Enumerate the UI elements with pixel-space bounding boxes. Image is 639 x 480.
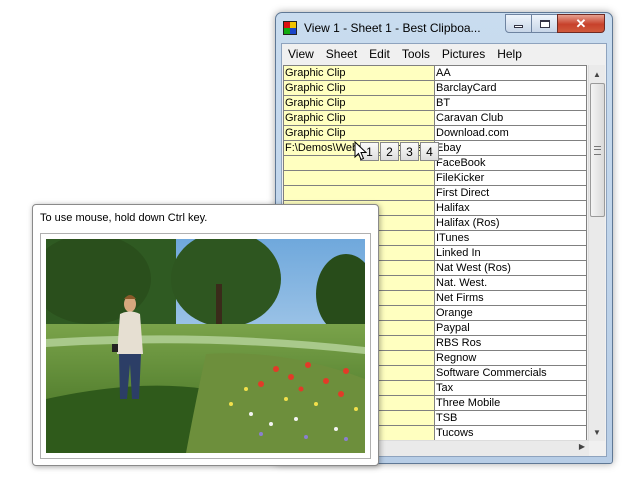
- name-cell[interactable]: BarclayCard: [434, 80, 587, 96]
- table-row: First Direct: [283, 185, 587, 201]
- triangle-up-icon: ▲: [593, 69, 601, 79]
- mouse-pointer-icon: [354, 141, 367, 161]
- maximize-icon: [539, 19, 550, 28]
- triangle-down-icon: ▼: [593, 427, 601, 437]
- picture-4-button[interactable]: 4: [420, 142, 439, 161]
- table-row: Graphic Clip Caravan Club: [283, 110, 587, 126]
- clip-cell[interactable]: [283, 185, 435, 201]
- table-row: Graphic Clip Download.com: [283, 125, 587, 141]
- name-cell[interactable]: Software Commercials: [434, 365, 587, 381]
- name-cell[interactable]: Nat West (Ros): [434, 260, 587, 276]
- clip-cell[interactable]: Graphic Clip: [283, 80, 435, 96]
- name-cell[interactable]: Net Firms: [434, 290, 587, 306]
- clip-cell[interactable]: Graphic Clip: [283, 65, 435, 81]
- name-cell[interactable]: Download.com: [434, 125, 587, 141]
- title-bar[interactable]: View 1 - Sheet 1 - Best Clipboa... ✕: [276, 13, 612, 43]
- clip-cell[interactable]: Graphic Clip: [283, 95, 435, 111]
- name-cell[interactable]: Orange: [434, 305, 587, 321]
- clip-cell[interactable]: Graphic Clip: [283, 110, 435, 126]
- scroll-down-button[interactable]: ▼: [589, 424, 605, 440]
- minimize-icon: [514, 25, 523, 28]
- name-cell[interactable]: Tucows: [434, 425, 587, 441]
- grip-icon: [594, 146, 601, 155]
- minimize-button[interactable]: [505, 14, 532, 33]
- close-button[interactable]: ✕: [557, 14, 605, 33]
- close-icon: ✕: [575, 15, 587, 31]
- scroll-thumb[interactable]: [590, 83, 605, 217]
- name-cell[interactable]: Linked In: [434, 245, 587, 261]
- menu-help[interactable]: Help: [491, 44, 528, 64]
- name-cell[interactable]: Halifax (Ros): [434, 215, 587, 231]
- window-title: View 1 - Sheet 1 - Best Clipboa...: [304, 21, 481, 35]
- menu-tools[interactable]: Tools: [396, 44, 436, 64]
- triangle-right-icon[interactable]: ▶: [579, 442, 585, 451]
- name-cell[interactable]: Three Mobile: [434, 395, 587, 411]
- scroll-up-button[interactable]: ▲: [589, 66, 605, 82]
- name-cell[interactable]: Caravan Club: [434, 110, 587, 126]
- name-cell[interactable]: Paypal: [434, 320, 587, 336]
- name-cell[interactable]: Halifax: [434, 200, 587, 216]
- name-cell[interactable]: Regnow: [434, 350, 587, 366]
- picture-number-buttons: 1 2 3 4: [360, 142, 440, 161]
- name-cell[interactable]: ITunes: [434, 230, 587, 246]
- name-cell[interactable]: Nat. West.: [434, 275, 587, 291]
- vertical-scrollbar[interactable]: ▲ ▼: [588, 65, 605, 441]
- name-cell[interactable]: Tax: [434, 380, 587, 396]
- menu-edit[interactable]: Edit: [363, 44, 396, 64]
- picture-frame: [40, 233, 371, 459]
- menu-view[interactable]: View: [282, 44, 320, 64]
- name-cell[interactable]: TSB: [434, 410, 587, 426]
- name-cell[interactable]: BT: [434, 95, 587, 111]
- clip-cell[interactable]: Graphic Clip: [283, 125, 435, 141]
- name-cell[interactable]: FaceBook: [434, 155, 587, 171]
- name-cell[interactable]: Ebay: [434, 140, 587, 156]
- maximize-button[interactable]: [531, 14, 558, 33]
- clip-cell[interactable]: [283, 170, 435, 186]
- name-cell[interactable]: AA: [434, 65, 587, 81]
- picture-2-button[interactable]: 2: [380, 142, 399, 161]
- picture-preview-popup: To use mouse, hold down Ctrl key.: [32, 204, 379, 466]
- name-cell[interactable]: FileKicker: [434, 170, 587, 186]
- table-row: Graphic Clip AA: [283, 65, 587, 81]
- menu-bar: View Sheet Edit Tools Pictures Help: [282, 44, 606, 64]
- garden-photo: [46, 239, 365, 453]
- popup-hint: To use mouse, hold down Ctrl key.: [40, 212, 208, 224]
- app-icon[interactable]: [283, 21, 297, 35]
- table-row: Graphic Clip BarclayCard: [283, 80, 587, 96]
- table-row: Graphic Clip BT: [283, 95, 587, 111]
- table-row: FileKicker: [283, 170, 587, 186]
- name-cell[interactable]: First Direct: [434, 185, 587, 201]
- name-cell[interactable]: RBS Ros: [434, 335, 587, 351]
- menu-pictures[interactable]: Pictures: [436, 44, 491, 64]
- picture-3-button[interactable]: 3: [400, 142, 419, 161]
- menu-sheet[interactable]: Sheet: [320, 44, 363, 64]
